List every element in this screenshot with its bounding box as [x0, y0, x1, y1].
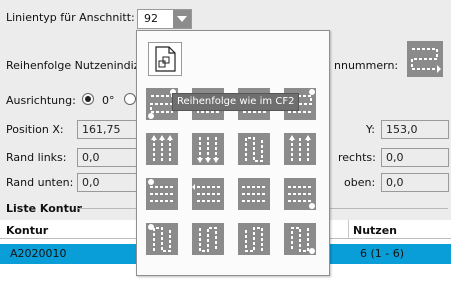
rand-oben-label: oben:: [344, 176, 376, 189]
document-icon: [155, 46, 176, 72]
liste-kontur-title: Liste Kontur: [6, 202, 83, 215]
column-divider: [348, 220, 349, 238]
rand-unten-label: Rand unten:: [6, 176, 74, 189]
order-option-8[interactable]: [284, 133, 316, 165]
order-option-11[interactable]: [238, 178, 270, 210]
column-header-nutzen[interactable]: Nutzen: [353, 224, 397, 237]
radio-0-label: 0°: [102, 94, 115, 107]
radio-90-degree[interactable]: [124, 93, 136, 105]
parallel-horizontal-icon: [148, 179, 173, 202]
linientyp-value: 92: [144, 12, 158, 25]
order-option-6[interactable]: [192, 133, 224, 165]
order-option-cf2[interactable]: [148, 42, 182, 76]
tooltip: Reihenfolge wie im CF2: [172, 93, 300, 111]
parallel-vertical-icon: [197, 137, 219, 163]
rand-unten-field[interactable]: 0,0: [77, 173, 139, 192]
rand-rechts-label: rechts:: [338, 151, 376, 164]
serpentine-vertical-icon: [148, 224, 171, 252]
radio-0-degree[interactable]: [82, 93, 94, 105]
parallel-vertical-icon: [289, 135, 311, 161]
rand-rechts-field[interactable]: 0,0: [381, 148, 449, 167]
row-nutzen: 6 (1 - 6): [360, 247, 405, 260]
linientyp-label: Linientyp für Anschnitt:: [6, 11, 135, 24]
serpentine-vertical-icon: [291, 227, 315, 254]
parallel-horizontal-icon: [242, 186, 265, 202]
position-x-field[interactable]: 161,75: [77, 120, 139, 139]
nummern-label: nnummern:: [334, 59, 399, 72]
rand-links-field[interactable]: 0,0: [77, 148, 139, 167]
order-option-12[interactable]: [284, 178, 316, 210]
y-field[interactable]: 153,0: [381, 120, 449, 139]
parallel-horizontal-icon: [288, 186, 315, 209]
serpentine-order-icon: [411, 48, 441, 73]
rand-oben-field[interactable]: 0,0: [381, 173, 449, 192]
column-header-kontur[interactable]: Kontur: [6, 224, 48, 237]
rand-links-label: Rand links:: [6, 151, 67, 164]
parallel-horizontal-icon: [192, 184, 220, 202]
serpentine-vertical-icon: [245, 137, 263, 162]
reihenfolge-preview-button[interactable]: [407, 41, 443, 77]
order-option-14[interactable]: [192, 223, 224, 255]
chevron-down-icon[interactable]: [173, 10, 191, 28]
ausrichtung-label: Ausrichtung:: [6, 94, 76, 107]
order-option-16[interactable]: [284, 223, 316, 255]
linientyp-combo[interactable]: 92: [137, 9, 192, 29]
order-option-9[interactable]: [146, 178, 178, 210]
order-pattern-popup: [136, 30, 330, 276]
order-option-5[interactable]: [146, 133, 178, 165]
order-option-15[interactable]: [238, 223, 270, 255]
y-label: Y:: [366, 123, 375, 136]
serpentine-vertical-icon: [199, 227, 217, 252]
reihenfolge-label: Reihenfolge Nutzenindiz: [6, 59, 140, 72]
order-option-13[interactable]: [146, 223, 178, 255]
order-option-7[interactable]: [238, 133, 270, 165]
parallel-vertical-icon: [151, 135, 173, 161]
serpentine-vertical-icon: [245, 227, 263, 252]
position-x-label: Position X:: [6, 123, 64, 136]
order-option-10[interactable]: [192, 178, 224, 210]
row-kontur: A2020010: [10, 247, 67, 260]
